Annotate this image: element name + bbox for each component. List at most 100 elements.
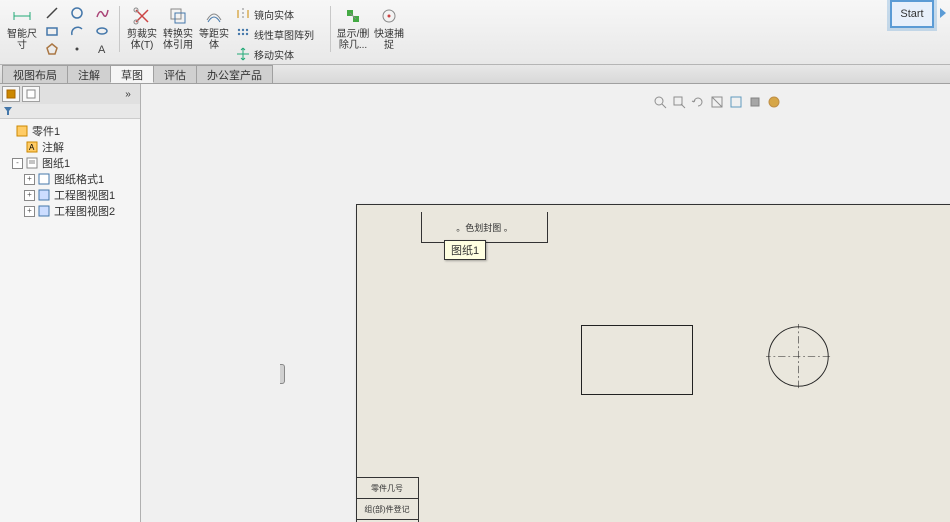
- ellipse-tool-button[interactable]: [90, 21, 114, 41]
- body: » 零件1 A 注解 - 图纸1 + 图纸格式1 + 工程图视图1 + 工程图视图2 。色…: [0, 84, 950, 522]
- property-tab[interactable]: [22, 86, 40, 102]
- start-button[interactable]: Start: [890, 0, 934, 28]
- table-row: 零件几号: [356, 477, 418, 498]
- quick-snap-button[interactable]: 快速捕 捉: [371, 2, 407, 60]
- appearance-button[interactable]: [766, 94, 782, 110]
- filter-icon: [3, 106, 13, 116]
- tab-annotation[interactable]: 注解: [67, 65, 111, 83]
- command-tabs: 视图布局 注解 草图 评估 办公室产品: [0, 65, 950, 84]
- perspective-button[interactable]: [747, 94, 763, 110]
- title-frame-label: 。色划封图 。: [422, 221, 547, 234]
- mirror-icon: [235, 6, 251, 22]
- polygon-tool-button[interactable]: [40, 39, 64, 59]
- annotation-icon: A: [25, 140, 39, 154]
- tree-view1-label: 工程图视图1: [54, 187, 115, 203]
- cell-label: 组(部)件登记: [364, 504, 409, 515]
- arc-tool-button[interactable]: [65, 21, 89, 41]
- dimension-icon: [11, 5, 33, 27]
- trim-button[interactable]: 剪裁实 体(T): [124, 2, 160, 60]
- separator: [119, 6, 120, 52]
- move-label: 移动实体: [254, 47, 294, 62]
- tab-view-layout[interactable]: 视图布局: [2, 65, 68, 83]
- filter-bar[interactable]: [0, 104, 140, 119]
- pattern-label: 线性草图阵列: [254, 27, 314, 42]
- display-delete-button[interactable]: 显示/删 除几...: [335, 2, 371, 60]
- collapse-icon[interactable]: -: [12, 158, 23, 169]
- mirror-label: 镜向实体: [254, 7, 294, 22]
- table-row: 组(部)件登记: [356, 498, 418, 519]
- snap-icon: [378, 5, 400, 27]
- offset-icon: [203, 5, 225, 27]
- feature-tree: 零件1 A 注解 - 图纸1 + 图纸格式1 + 工程图视图1 + 工程图视图2: [0, 119, 140, 522]
- quick-snap-label: 快速捕 捉: [374, 29, 404, 51]
- panel-expand-button[interactable]: »: [120, 87, 136, 101]
- title-frame: 。色划封图 。: [421, 212, 548, 243]
- tree-format-label: 图纸格式1: [54, 171, 104, 187]
- tab-evaluate[interactable]: 评估: [153, 65, 197, 83]
- trim-label: 剪裁实 体(T): [127, 29, 157, 51]
- panel-grab-left[interactable]: [280, 364, 285, 384]
- rect-tool-button[interactable]: [40, 21, 64, 41]
- expand-icon[interactable]: +: [24, 174, 35, 185]
- move-button[interactable]: 移动实体: [232, 44, 326, 64]
- convert-button[interactable]: 转换实 体引用: [160, 2, 196, 60]
- separator: [330, 6, 331, 52]
- smart-dimension-button[interactable]: 智能尺 寸: [4, 2, 40, 60]
- svg-text:A: A: [98, 44, 106, 56]
- feature-tree-tab[interactable]: [2, 86, 20, 102]
- trim-icon: [131, 5, 153, 27]
- tab-office[interactable]: 办公室产品: [196, 65, 273, 83]
- expand-icon[interactable]: +: [24, 206, 35, 217]
- tree-view1[interactable]: + 工程图视图1: [2, 187, 138, 203]
- line-tool-button[interactable]: [40, 3, 64, 23]
- tree-view2-label: 工程图视图2: [54, 203, 115, 219]
- cell-label: 零件几号: [371, 483, 403, 494]
- pattern-button[interactable]: 线性草图阵列: [232, 24, 326, 44]
- convert-label: 转换实 体引用: [163, 29, 193, 51]
- mirror-button[interactable]: 镜向实体: [232, 4, 326, 24]
- spline-tool-button[interactable]: [90, 3, 114, 23]
- drawing-view-circle[interactable]: [766, 324, 831, 389]
- text-tool-button[interactable]: A: [90, 39, 114, 59]
- drawing-view-rect[interactable]: [581, 325, 693, 395]
- relation-icon: [342, 5, 364, 27]
- dropdown-arrow-icon: [940, 8, 946, 18]
- tree-sheet[interactable]: - 图纸1: [2, 155, 138, 171]
- left-title-block: 零件几号 组(部)件登记 组部件几号 底部件几号: [356, 477, 419, 522]
- tree-root-label: 零件1: [32, 123, 60, 139]
- tree-view2[interactable]: + 工程图视图2: [2, 203, 138, 219]
- panel-tabs: »: [0, 84, 140, 104]
- tree-root[interactable]: 零件1: [2, 123, 138, 139]
- offset-label: 等距实 体: [199, 29, 229, 51]
- part-icon: [15, 124, 29, 138]
- section-view-button[interactable]: [709, 94, 725, 110]
- circle-tool-button[interactable]: [65, 3, 89, 23]
- tree-annotation-label: 注解: [42, 139, 64, 155]
- tab-sketch[interactable]: 草图: [110, 65, 154, 83]
- svg-text:A: A: [29, 143, 35, 152]
- convert-icon: [167, 5, 189, 27]
- ribbon: 智能尺 寸 A 剪裁实 体(T) 转换实 体引用 等距实 体 镜向实体 线性草图: [0, 0, 950, 65]
- zoom-fit-button[interactable]: [652, 94, 668, 110]
- start-label: Start: [900, 8, 923, 20]
- expand-icon[interactable]: +: [24, 190, 35, 201]
- zoom-area-button[interactable]: [671, 94, 687, 110]
- offset-button[interactable]: 等距实 体: [196, 2, 232, 60]
- view-toolbar: [652, 94, 782, 110]
- sheet-icon: [25, 156, 39, 170]
- sheet-tooltip: 图纸1: [444, 240, 486, 260]
- format-icon: [37, 172, 51, 186]
- tree-annotation[interactable]: A 注解: [2, 139, 138, 155]
- display-state-button[interactable]: [728, 94, 744, 110]
- point-tool-button[interactable]: [65, 39, 89, 59]
- feature-manager-panel: » 零件1 A 注解 - 图纸1 + 图纸格式1 + 工程图视图1 + 工程图视图2: [0, 84, 141, 522]
- tree-sheet-label: 图纸1: [42, 155, 70, 171]
- smart-dimension-label: 智能尺 寸: [7, 29, 37, 51]
- move-icon: [235, 46, 251, 62]
- tree-sheet-format[interactable]: + 图纸格式1: [2, 171, 138, 187]
- rotate-view-button[interactable]: [690, 94, 706, 110]
- pattern-icon: [235, 26, 251, 42]
- drawing-canvas[interactable]: 。色划封图 。 图纸1 零件几号 组(部)件登记 组部件几号 底部件几号 材质 …: [141, 84, 950, 522]
- view-icon: [37, 204, 51, 218]
- display-delete-label: 显示/删 除几...: [337, 29, 370, 51]
